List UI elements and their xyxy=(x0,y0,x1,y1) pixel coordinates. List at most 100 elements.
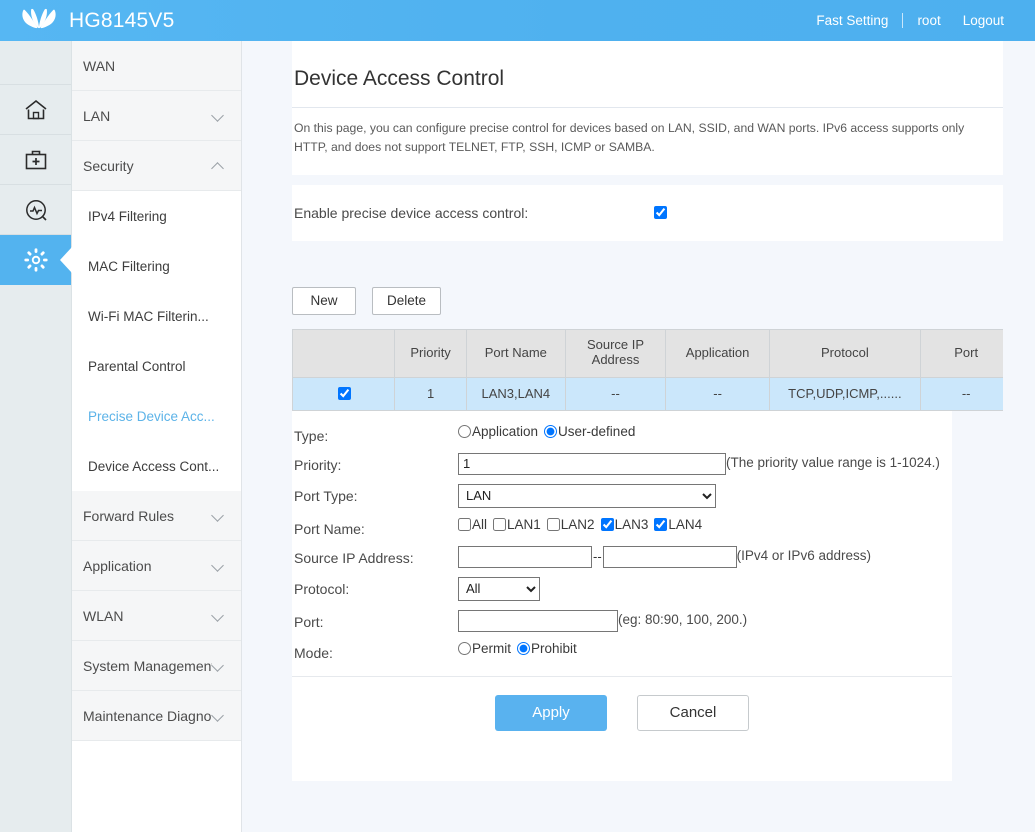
enable-precise-access-checkbox[interactable] xyxy=(654,206,667,220)
type-option-user-defined[interactable]: User-defined xyxy=(544,424,635,439)
table-toolbar: New Delete xyxy=(292,286,1003,315)
huawei-petal-logo-icon xyxy=(22,8,56,28)
chevron-down-icon xyxy=(212,659,225,672)
port-type-select[interactable]: LAN xyxy=(458,483,716,508)
port-type-label: Port Type: xyxy=(294,487,358,504)
toolbox-icon xyxy=(25,150,46,169)
sidebar-subitem-label: Wi-Fi MAC Filterin... xyxy=(88,308,209,324)
mode-radio-permit[interactable] xyxy=(458,641,471,655)
gear-icon xyxy=(23,247,48,272)
mode-option-prohibit[interactable]: Prohibit xyxy=(517,641,577,656)
type-option-user-defined-label: User-defined xyxy=(558,423,636,439)
cancel-button[interactable]: Cancel xyxy=(637,694,749,731)
sidebar-menu: WAN LAN Security IPv4 Filtering MAC Filt… xyxy=(72,41,242,832)
sidebar-item-wlan[interactable]: WLAN xyxy=(72,591,241,641)
mode-option-permit-label: Permit xyxy=(472,640,512,656)
rail-item-settings[interactable] xyxy=(0,235,72,285)
port-name-option-lan4[interactable]: LAN4 xyxy=(654,517,702,532)
table-row[interactable]: 1 LAN3,LAN4 -- -- TCP,UDP,ICMP,...... --… xyxy=(292,376,1003,411)
new-button[interactable]: New xyxy=(292,286,356,315)
port-name-checkbox-lan4[interactable] xyxy=(654,517,668,531)
port-name-option-all[interactable]: All xyxy=(458,517,487,532)
rail-item-toolbox[interactable] xyxy=(0,135,71,185)
sidebar-item-precise-device-access[interactable]: Precise Device Acc... xyxy=(72,391,241,441)
nav-divider xyxy=(902,13,904,28)
port-label: Port: xyxy=(294,613,324,630)
source-ip-label: Source IP Address: xyxy=(294,549,414,566)
logout-link[interactable]: Logout xyxy=(952,0,1015,41)
sidebar-item-label: System Management xyxy=(83,657,212,674)
content-panel: Device Access Control On this page, you … xyxy=(292,41,1003,832)
sidebar-item-wan[interactable]: WAN xyxy=(72,41,241,91)
chevron-down-icon xyxy=(212,609,225,622)
panel-bottom-filler xyxy=(292,750,952,781)
row-priority: 1 xyxy=(394,376,468,411)
row-select-checkbox[interactable] xyxy=(337,387,351,401)
priority-input[interactable] xyxy=(458,452,726,475)
rail-item-home[interactable] xyxy=(0,85,71,135)
type-radio-application[interactable] xyxy=(458,424,471,438)
sidebar-item-label: Forward Rules xyxy=(83,507,175,524)
table-col-select xyxy=(292,328,396,378)
row-select-cell[interactable] xyxy=(292,376,396,411)
sidebar-item-maintenance-diagnosis[interactable]: Maintenance Diagno.. xyxy=(72,691,241,741)
form-row-port: Port: (eg: 80:90, 100, 200.) xyxy=(294,609,952,632)
type-option-application[interactable]: Application xyxy=(458,424,538,439)
sidebar-item-forward-rules[interactable]: Forward Rules xyxy=(72,491,241,541)
port-name-option-lan1[interactable]: LAN1 xyxy=(493,517,541,532)
mode-option-permit[interactable]: Permit xyxy=(458,641,511,656)
port-name-option-lan2[interactable]: LAN2 xyxy=(546,516,595,532)
port-name-checkbox-all[interactable] xyxy=(458,517,471,531)
form-row-port-type: Port Type: LAN xyxy=(294,483,952,508)
mode-radio-prohibit[interactable] xyxy=(517,641,531,655)
priority-hint: (The priority value range is 1-1024.) xyxy=(726,454,940,470)
port-name-label-lan2: LAN2 xyxy=(560,516,595,532)
sidebar-item-label: Security xyxy=(83,157,134,174)
table-col-source-ip: Source IP Address xyxy=(564,328,667,378)
type-radio-user-defined[interactable] xyxy=(544,424,558,438)
rail-item-diagnostics[interactable] xyxy=(0,185,71,235)
table-col-port: Port xyxy=(920,328,1003,378)
port-hint: (eg: 80:90, 100, 200.) xyxy=(618,611,748,627)
row-protocol: TCP,UDP,ICMP,...... xyxy=(768,376,922,411)
sidebar-item-parental-control[interactable]: Parental Control xyxy=(72,341,241,391)
form-row-port-name: Port Name: All LAN1 LAN2 LAN3 LAN4 xyxy=(294,517,952,537)
row-application: -- xyxy=(665,376,770,411)
sidebar-item-lan[interactable]: LAN xyxy=(72,91,241,141)
sidebar-item-wifi-mac-filtering[interactable]: Wi-Fi MAC Filterin... xyxy=(72,291,241,341)
type-option-application-label: Application xyxy=(472,423,539,439)
fast-setting-link[interactable]: Fast Setting xyxy=(805,0,899,41)
apply-button[interactable]: Apply xyxy=(495,694,607,731)
top-header-bar: HG8145V5 Fast Setting root Logout xyxy=(0,0,1035,41)
port-name-checkbox-group: All LAN1 LAN2 LAN3 LAN4 xyxy=(458,517,706,532)
top-nav: Fast Setting root Logout xyxy=(805,0,1035,41)
user-root-link[interactable]: root xyxy=(906,0,951,41)
sidebar-item-device-access-control[interactable]: Device Access Cont... xyxy=(72,441,241,491)
delete-button[interactable]: Delete xyxy=(372,286,442,315)
brand-title: HG8145V5 xyxy=(69,8,175,32)
port-name-checkbox-lan2[interactable] xyxy=(546,517,560,531)
sidebar-item-security[interactable]: Security xyxy=(72,141,241,191)
table-col-application: Application xyxy=(665,328,770,378)
sidebar-item-application[interactable]: Application xyxy=(72,541,241,591)
source-ip-start-input[interactable] xyxy=(458,545,592,568)
form-row-type: Type: Application User-defined xyxy=(294,424,952,444)
port-name-option-lan3[interactable]: LAN3 xyxy=(600,517,648,532)
port-name-checkbox-lan1[interactable] xyxy=(493,517,507,531)
port-name-checkbox-lan3[interactable] xyxy=(600,517,614,531)
rule-edit-form: Type: Application User-defined Priority:… xyxy=(292,410,952,676)
sidebar-item-ipv4-filtering[interactable]: IPv4 Filtering xyxy=(72,191,241,241)
source-ip-end-input[interactable] xyxy=(602,545,737,568)
port-name-label-lan1: LAN1 xyxy=(507,516,541,532)
enable-precise-access-row: Enable precise device access control: xyxy=(292,184,1003,241)
port-input[interactable] xyxy=(458,609,618,632)
type-radio-group: Application User-defined xyxy=(458,424,641,439)
mode-option-prohibit-label: Prohibit xyxy=(531,640,577,656)
sidebar-item-label: WAN xyxy=(83,57,116,74)
sidebar-item-system-management[interactable]: System Management xyxy=(72,641,241,691)
sidebar-item-mac-filtering[interactable]: MAC Filtering xyxy=(72,241,241,291)
protocol-select[interactable]: All xyxy=(458,576,540,601)
sidebar-item-label: Maintenance Diagno.. xyxy=(83,707,212,724)
row-source-ip: -- xyxy=(564,376,667,411)
